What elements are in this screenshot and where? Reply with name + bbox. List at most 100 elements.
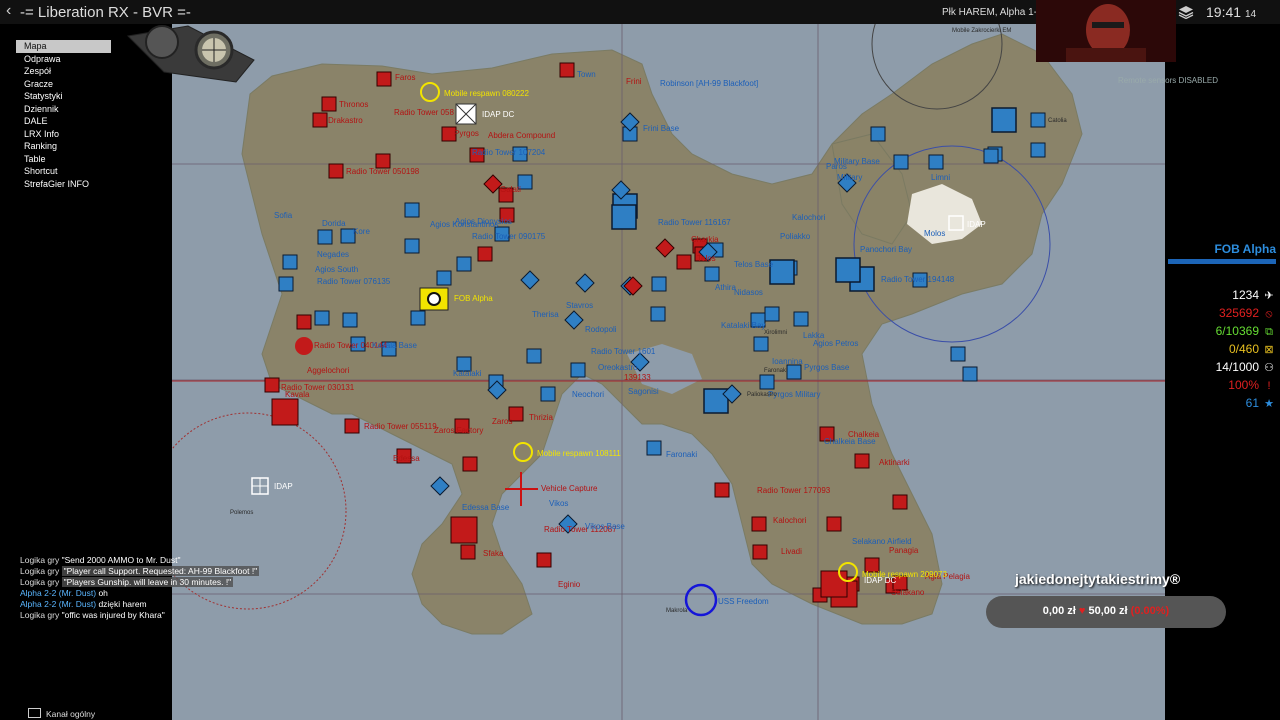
enemy-sector-label: Thrizia [529,413,554,422]
heart-icon: ♥ [1078,605,1086,617]
fob-stat: 1234 ✈ [1176,288,1276,306]
carrier-label: USS Freedom [718,597,769,606]
enemy-sector-label: Kavala [285,390,310,399]
friendly-sector-label: Military Base [834,157,880,166]
chat-message: Logika gry "Players Gunship. will leave … [20,577,360,588]
friendly-base-marker [769,259,795,285]
friendly-sector-marker [753,336,769,352]
friendly-sector-marker [282,254,298,270]
enemy-sector-marker [296,314,312,330]
friendly-sector-label: Agios South [315,265,358,274]
friendly-base-marker [991,107,1017,133]
fob-target-icon [427,292,441,306]
friendly-sector-label: Radio Tower 107204 [472,148,546,157]
enemy-sector-label: Vehicle Capture [541,484,598,493]
friendly-sector-label: Selakano Airfield [852,537,912,546]
menu-item-statystyki[interactable]: Statystyki [16,90,111,103]
chat-message: Alpha 2-2 (Mr. Dust) dzięki harem [20,599,360,610]
terrain-label: Catolia [1048,118,1067,124]
enemy-radio-icon [295,337,313,355]
friendly-sector-label: Kalochori [792,213,826,222]
friendly-sector-label: Town [577,70,596,79]
menu-item-odprawa[interactable]: Odprawa [16,53,111,66]
chat-text: "Player call Support. Requested: AH-99 B… [61,566,260,576]
chat-text: dzięki harem [98,599,147,609]
fob-stat-value: 1234 [1232,288,1259,302]
friendly-sector-marker [540,386,556,402]
friendly-sector-label: Radio Tower 1601 [591,347,656,356]
supplies-icon: ⧉ [1265,326,1273,338]
fob-status-bar [1168,259,1276,264]
friendly-sector-label: Oreokastro [598,363,638,372]
menu-item-lrx-info[interactable]: LRX Info [16,128,111,141]
layers-icon[interactable] [1178,5,1194,19]
enemy-sector-marker [462,456,478,472]
fob-stat: 14/1000 ⚇ [1176,360,1276,378]
chat-message: Logika gry "offic was injured by Khara" [20,610,360,621]
enemy-sector-label: Abdera Compound [488,131,555,140]
friendly-sector-label: Poliakko [780,232,811,241]
enemy-sector-label: Radio Tower 055119 [364,422,437,431]
chat-log: Logika gry "Send 2000 AMMO to Mr. Dust" L… [20,555,360,621]
enemy-sector-marker [264,377,280,393]
menu-item-strefagier-info[interactable]: StrefaGier INFO [16,178,111,191]
chat-message: Alpha 2-2 (Mr. Dust) oh [20,588,360,599]
enemy-sector-label: 139133 [624,373,651,382]
friendly-sector-marker [651,276,667,292]
enemy-sector-label: Eginio [558,580,581,589]
friendly-sector-label: Dorida [322,219,346,228]
friendly-sector-marker [436,270,452,286]
enemy-sector-label: Kalochori [773,516,807,525]
fob-stat: 0/460 ⊠ [1176,342,1276,360]
enemy-sector-label: Pyrgos [454,129,479,138]
fob-stat: 61 ★ [1176,396,1276,414]
chat-sender: Logika gry [20,555,60,565]
chat-sender: Logika gry [20,566,60,576]
menu-item-gracze[interactable]: Gracze [16,78,111,91]
menu-item-dziennik[interactable]: Dziennik [16,103,111,116]
respawn-label: FOB Alpha [454,294,493,303]
menu-item-zespół[interactable]: Zespół [16,65,111,78]
enemy-sector-label: Livadi [781,547,802,556]
enemy-sector-marker [751,516,767,532]
friendly-sector-label: Katalaki Bay [721,321,765,330]
enemy-sector-marker [826,516,842,532]
game-clock: 19:41 14 [1206,4,1257,20]
menu-item-mapa[interactable]: Mapa [16,40,111,53]
menu-item-ranking[interactable]: Ranking [16,140,111,153]
enemy-sector-label: Selakano [891,588,925,597]
enemy-sector-label: Faros [395,73,415,82]
idap-label: IDAP [274,482,293,491]
enemy-sector-label: Galati [500,185,521,194]
fuel-icon: ⊠ [1264,344,1274,356]
friendly-sector-marker [870,126,886,142]
jet-icon: ✈ [1264,290,1274,302]
friendly-sector-marker [962,366,978,382]
friendly-sector-marker [314,310,330,326]
donation-goal: 50,00 zł [1088,605,1128,617]
menu-item-table[interactable]: Table [16,153,111,166]
chat-text: "Send 2000 AMMO to Mr. Dust" [61,555,181,565]
chat-sender: Alpha 2-2 (Mr. Dust) [20,588,97,598]
menu-item-dale[interactable]: DALE [16,115,111,128]
friendly-sector-label: Edessa Base [462,503,510,512]
enemy-sector-marker [536,552,552,568]
chat-channel[interactable]: Kanał ogólny [28,708,95,719]
respawn-label: Mobile respawn 108111 [537,449,621,458]
enemy-sector-label: Radio Tower 050198 [346,167,420,176]
server-title: -= Liberation RX - BVR =- [20,4,191,21]
enemy-sector-label: Zaros [492,417,512,426]
chat-text: oh [98,588,108,598]
friendly-sector-marker [983,148,999,164]
chat-message: Logika gry "Send 2000 AMMO to Mr. Dust" [20,555,360,566]
enemy-sector-label: Drakastro [328,116,363,125]
friendly-sector-marker [456,256,472,272]
carrier-marker [684,583,718,617]
chevron-left-icon[interactable]: ‹ [6,2,11,20]
idap-label: IDAP [967,220,986,229]
friendly-sector-label: Pyrgos Base [804,363,850,372]
enemy-sector-label: Sfaka [483,549,504,558]
friendly-sector-marker [410,310,426,326]
enemy-sector-marker [892,494,908,510]
menu-item-shortcut[interactable]: Shortcut [16,165,111,178]
